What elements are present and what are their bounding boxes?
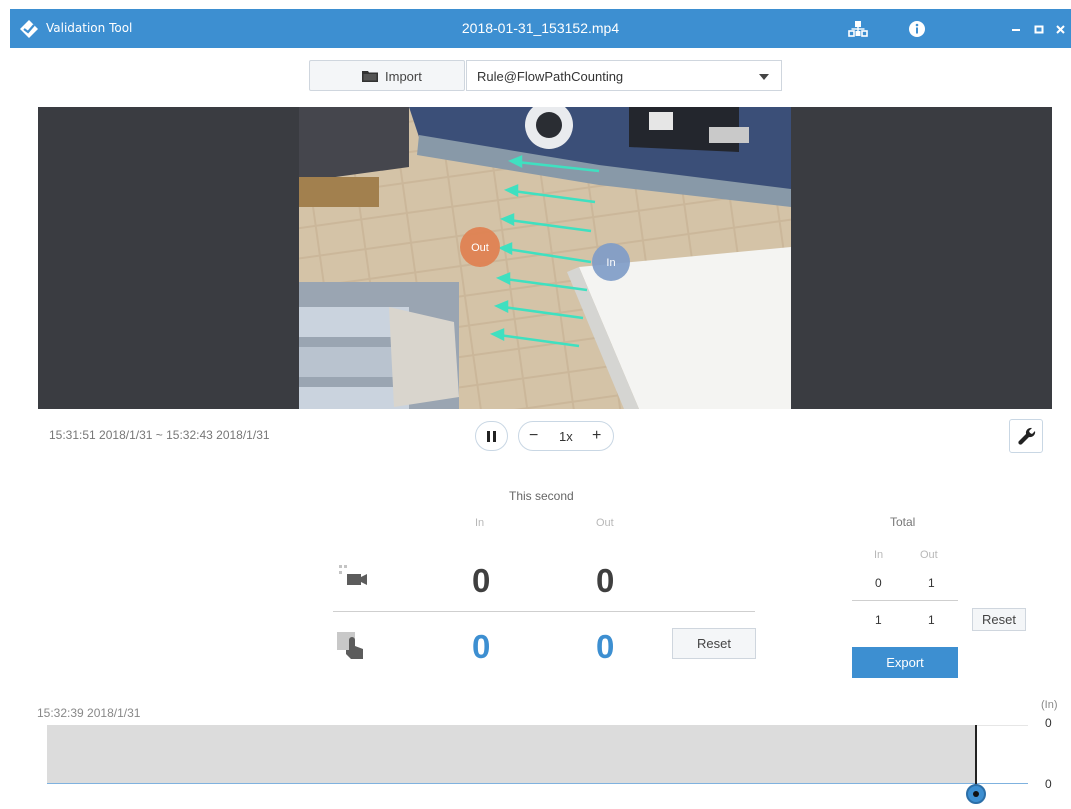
total-title: Total [890, 515, 916, 529]
settings-button[interactable] [1009, 419, 1043, 453]
title-bar: Validation Tool 2018-01-31_153152.mp4 [10, 9, 1071, 48]
hand-count-icon [337, 632, 363, 659]
folder-icon [362, 71, 378, 82]
manual-out-count: 0 [596, 628, 615, 665]
timeline-baseline [47, 783, 1028, 784]
speed-increase-button[interactable]: + [592, 427, 601, 445]
camera-count-icon [339, 565, 367, 585]
reset-button[interactable]: Reset [672, 628, 756, 659]
video-player[interactable]: Out In [38, 107, 1052, 409]
reset-label: Reset [697, 636, 731, 651]
camera-out-count: 0 [596, 562, 615, 599]
rule-select-value: Rule@FlowPathCounting [477, 69, 624, 84]
export-label: Export [886, 655, 924, 670]
out-header: Out [596, 517, 614, 529]
in-marker-label: In [606, 257, 615, 269]
pause-button[interactable] [475, 421, 508, 451]
timeline-top-value: 0 [1045, 716, 1052, 730]
validation-tool-window: Validation Tool 2018-01-31_153152.mp4 Im… [0, 0, 1071, 809]
count-divider [333, 611, 755, 612]
network-icon[interactable] [848, 19, 868, 39]
maximize-icon[interactable] [1029, 19, 1049, 39]
in-header: In [475, 517, 485, 529]
total-manual-in: 1 [875, 613, 882, 627]
speed-value: 1x [559, 429, 573, 444]
time-range: 15:31:51 2018/1/31 ~ 15:32:43 2018/1/31 [49, 428, 270, 442]
timeline-time: 15:32:39 2018/1/31 [37, 706, 141, 720]
total-camera-in: 0 [875, 576, 882, 590]
out-marker-label: Out [471, 242, 489, 254]
manual-in-count: 0 [472, 628, 491, 665]
timeline-handle[interactable] [966, 784, 986, 804]
total-camera-out: 1 [928, 576, 935, 590]
timeline-track[interactable] [47, 725, 1028, 783]
total-reset-button[interactable]: Reset [972, 608, 1026, 631]
pause-icon [487, 431, 490, 442]
total-in-header: In [874, 549, 884, 561]
export-button[interactable]: Export [852, 647, 958, 678]
timeline-unit: (In) [1041, 699, 1058, 711]
timeline-bottom-value: 0 [1045, 777, 1052, 791]
camera-in-count: 0 [472, 562, 491, 599]
wrench-icon [1018, 427, 1036, 445]
rule-select[interactable]: Rule@FlowPathCounting [466, 60, 782, 91]
timeline-future [976, 725, 1028, 783]
speed-control: − 1x + [518, 421, 614, 451]
info-icon[interactable] [907, 19, 927, 39]
import-label: Import [385, 69, 422, 84]
video-scene: Out In [299, 107, 791, 409]
chevron-down-icon [759, 74, 769, 80]
total-reset-label: Reset [982, 612, 1016, 627]
close-icon[interactable] [1051, 19, 1071, 39]
total-divider [852, 600, 958, 601]
this-second-title: This second [509, 489, 574, 503]
speed-decrease-button[interactable]: − [529, 427, 538, 445]
total-out-header: Out [920, 549, 938, 561]
total-manual-out: 1 [928, 613, 935, 627]
minimize-icon[interactable] [1006, 19, 1026, 39]
video-frame: Out In [299, 107, 791, 409]
import-button[interactable]: Import [309, 60, 465, 91]
